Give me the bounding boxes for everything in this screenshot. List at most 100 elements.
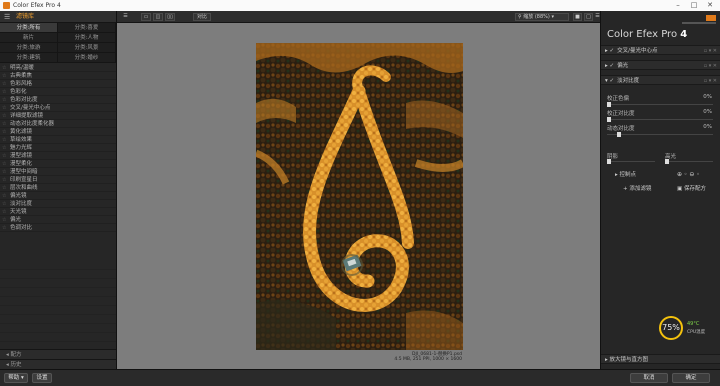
filter-list: 明亮/温暖 古典柔焦 色彩风格 色彩化 色彩对比度 交叉/曼光中心点 详细提取滤… <box>0 64 116 232</box>
color-cast-slider[interactable] <box>607 102 713 107</box>
cpu-temp: 49°C <box>687 321 700 327</box>
filter-item[interactable]: 漫型中间暗 <box>0 168 116 176</box>
slider-knob[interactable] <box>665 159 669 164</box>
filter-section-1[interactable]: ▸ ✓ 交叉/曼光中心点 ▫ ▾ ✕ <box>601 45 720 55</box>
history-label: 历史 <box>10 362 22 368</box>
title-bar: Color Efex Pro 4 – □ ✕ <box>0 0 720 11</box>
help-button[interactable]: 帮助 ▾ <box>4 373 28 383</box>
save-recipe-label: 保存配方 <box>683 186 706 192</box>
filter-item[interactable]: 明亮/温暖 <box>0 64 116 72</box>
zoom-select[interactable]: ⚲ 缩放 (88%) ▾ <box>515 13 569 21</box>
settings-button[interactable]: 设置 <box>32 373 52 383</box>
param-dynamic-contrast-label: 动态对比度 <box>607 126 635 132</box>
filter-library-panel: ☰ 滤镜库 分类:所有 分类:喜爱 新片 分类:人物 分类:旅游 分类:风景 分… <box>0 11 117 369</box>
dynamic-contrast-slider[interactable] <box>607 132 713 137</box>
category-people[interactable]: 分类:人物 <box>58 33 116 43</box>
filter-item[interactable]: 印刷宣星日 <box>0 176 116 184</box>
slider-knob[interactable] <box>607 102 611 107</box>
filter-item[interactable]: 色彩化 <box>0 88 116 96</box>
section-label: 偏光 <box>617 63 629 69</box>
cancel-button[interactable]: 取消 <box>630 373 668 383</box>
top-toolbar: ☰ ▭ ◫ ▯▯ 对比 ⚲ 缩放 (88%) ▾ ■ □ ☰ <box>117 11 600 23</box>
slider-knob[interactable] <box>617 132 621 137</box>
filter-item[interactable]: 黄化滤镜 <box>0 128 116 136</box>
recipes-label: 配方 <box>10 352 22 358</box>
filter-item[interactable]: 天光镜 <box>0 208 116 216</box>
background-light-icon[interactable]: □ <box>584 13 593 21</box>
control-points-toggle[interactable]: ▸ 控制点 <box>605 171 636 180</box>
menu-icon[interactable]: ☰ <box>4 13 10 21</box>
category-all[interactable]: 分类:所有 <box>0 23 58 33</box>
shadows-slider[interactable] <box>607 159 655 164</box>
close-icon[interactable]: ✕ <box>702 0 718 11</box>
cpu-gauge: 75% <box>659 316 683 340</box>
filter-item[interactable]: 交叉/曼光中心点 <box>0 104 116 112</box>
minimize-icon[interactable]: – <box>670 0 686 11</box>
category-landscape[interactable]: 分类:风景 <box>58 43 116 53</box>
filter-item[interactable]: 层次和曲线 <box>0 184 116 192</box>
brand-name: Color Efex Pro <box>607 29 678 40</box>
split-view-icon[interactable]: ◫ <box>153 13 163 21</box>
category-new[interactable]: 新片 <box>0 33 58 43</box>
add-control-point-icon[interactable]: ⊕ ◦ ⊖ ◦ <box>677 171 700 178</box>
ok-button[interactable]: 确定 <box>672 373 710 383</box>
category-favorites[interactable]: 分类:喜爱 <box>58 23 116 33</box>
section-menu-icon[interactable]: ▫ ▾ ✕ <box>704 76 717 86</box>
category-architecture[interactable]: 分类:建筑 <box>0 53 58 63</box>
filter-item[interactable]: 偏光镜 <box>0 192 116 200</box>
left-bottom-tabs: ◂ 配方 ◂ 历史 <box>0 349 116 369</box>
filter-item[interactable]: 色彩对比度 <box>0 96 116 104</box>
single-view-icon[interactable]: ▭ <box>141 13 151 21</box>
contrast-slider[interactable] <box>607 117 713 122</box>
category-travel[interactable]: 分类:旅游 <box>0 43 58 53</box>
filter-item[interactable]: 漫型滤镜 <box>0 152 116 160</box>
param-contrast-value: 0% <box>703 109 712 115</box>
bottom-bar: 帮助 ▾ 设置 取消 确定 <box>0 369 720 386</box>
brand-title: Color Efex Pro 4 <box>607 29 687 40</box>
preview-canvas[interactable]: DJI_0681-1-替换P1.psd 4.5 MB, 251 PPI, 100… <box>117 23 600 369</box>
filter-item[interactable]: 详细提取滤镜 <box>0 112 116 120</box>
category-wedding[interactable]: 分类:婚纱 <box>58 53 116 63</box>
checkmark-icon[interactable]: ▸ ✓ <box>605 63 614 69</box>
checkmark-icon[interactable]: ▸ ✓ <box>605 48 614 54</box>
background-color-icon[interactable]: ■ <box>573 13 582 21</box>
maximize-icon[interactable]: □ <box>686 0 702 11</box>
image-info: 4.5 MB, 251 PPI, 1000 × 1600 <box>394 357 462 362</box>
section-menu-icon[interactable]: ▫ ▾ ✕ <box>704 46 717 56</box>
filter-item[interactable]: 淡对比度 <box>0 200 116 208</box>
nik-logo-text <box>682 22 716 24</box>
filter-item[interactable]: 古典柔焦 <box>0 72 116 80</box>
window-title: Color Efex Pro 4 <box>13 2 61 9</box>
filter-item[interactable]: 色彩风格 <box>0 80 116 88</box>
slider-knob[interactable] <box>607 159 611 164</box>
filter-list-empty-area <box>0 261 116 347</box>
add-filter-button[interactable]: + 添加滤镜 <box>613 185 651 194</box>
preview-image <box>256 43 463 350</box>
library-header: ☰ 滤镜库 <box>0 11 116 23</box>
loupe-histogram-label: 放大镜与直方图 <box>609 357 649 363</box>
filter-item[interactable]: 漫型柔化 <box>0 160 116 168</box>
loupe-histogram-toggle[interactable]: ▸ 放大镜与直方图 <box>601 354 720 364</box>
filter-item[interactable]: 草绘效果 <box>0 136 116 144</box>
adjustments-panel: Color Efex Pro 4 ▸ ✓ 交叉/曼光中心点 ▫ ▾ ✕ ▸ ✓ 偏光… <box>600 11 720 369</box>
compare-button[interactable]: 对比 <box>193 13 211 21</box>
history-tab[interactable]: ◂ 历史 <box>0 359 116 369</box>
filter-item[interactable]: 偏光 <box>0 216 116 224</box>
filter-item[interactable]: 色调对比 <box>0 224 116 232</box>
slider-knob[interactable] <box>607 117 611 122</box>
filter-item[interactable]: 动态对比度柔化器 <box>0 120 116 128</box>
section-menu-icon[interactable]: ▫ ▾ ✕ <box>704 61 717 71</box>
add-filter-label: 添加滤镜 <box>629 186 652 192</box>
control-points-label: 控制点 <box>619 172 637 178</box>
toggle-panel-icon[interactable]: ☰ <box>121 13 130 21</box>
param-color-cast-value: 0% <box>703 94 712 100</box>
filter-item[interactable]: 魅力光辉 <box>0 144 116 152</box>
filter-section-3[interactable]: ▾ ✓ 淡对比度 ▫ ▾ ✕ <box>601 75 720 85</box>
save-recipe-button[interactable]: ▣ 保存配方 <box>667 185 706 194</box>
checkmark-icon[interactable]: ▾ ✓ <box>605 78 614 84</box>
filter-section-2[interactable]: ▸ ✓ 偏光 ▫ ▾ ✕ <box>601 60 720 70</box>
recipes-tab[interactable]: ◂ 配方 <box>0 349 116 359</box>
zoom-value: 缩放 (88%) <box>523 14 550 20</box>
side-by-side-icon[interactable]: ▯▯ <box>165 13 175 21</box>
highlights-slider[interactable] <box>665 159 713 164</box>
